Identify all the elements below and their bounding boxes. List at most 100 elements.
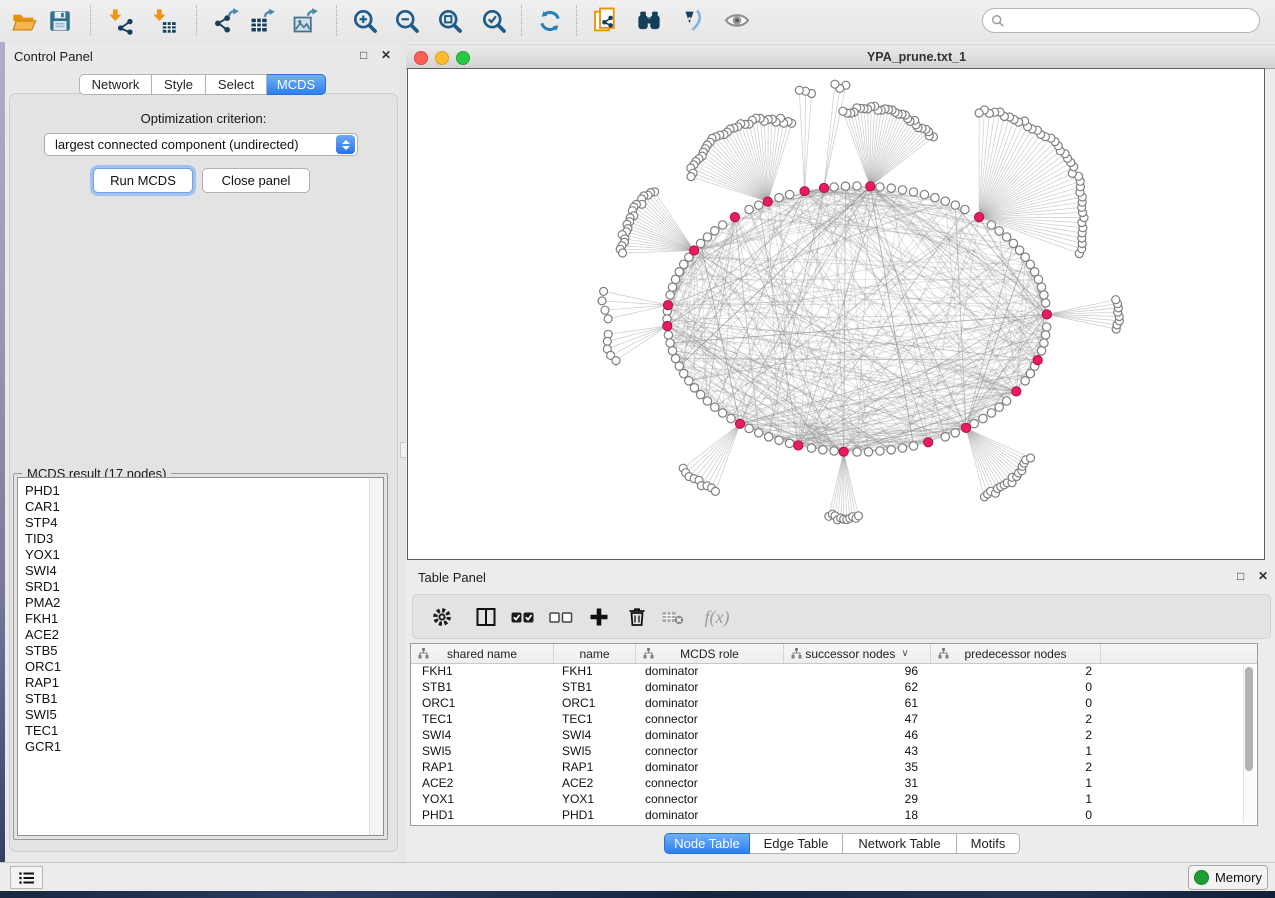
table-cell bbox=[1101, 664, 1257, 680]
table-cell: 18 bbox=[784, 808, 931, 824]
zoom-in-icon[interactable] bbox=[347, 3, 383, 39]
zoom-fit-icon[interactable] bbox=[432, 3, 468, 39]
unselect-all-icon[interactable] bbox=[546, 602, 576, 632]
show-columns-icon[interactable] bbox=[471, 602, 501, 632]
close-table-panel-icon[interactable]: ✕ bbox=[1258, 569, 1268, 583]
column-header-successor-nodes[interactable]: successor nodes ∨ bbox=[784, 644, 931, 663]
scrollbar-thumb[interactable] bbox=[1245, 667, 1253, 771]
mcds-result-item[interactable]: YOX1 bbox=[18, 547, 383, 563]
tab-edge-table[interactable]: Edge Table bbox=[750, 833, 843, 854]
mcds-result-item[interactable]: STP4 bbox=[18, 515, 383, 531]
table-cell: 43 bbox=[784, 744, 931, 760]
mcds-result-item[interactable]: SWI5 bbox=[18, 707, 383, 723]
table-options-gear-icon[interactable] bbox=[427, 602, 457, 632]
network-graph[interactable] bbox=[408, 69, 1262, 557]
export-network-icon[interactable] bbox=[208, 3, 244, 39]
result-scrollbar[interactable] bbox=[369, 478, 383, 835]
tab-network-table[interactable]: Network Table bbox=[843, 833, 957, 854]
delete-column-icon[interactable] bbox=[622, 602, 652, 632]
mcds-result-list[interactable]: PHD1CAR1STP4TID3YOX1SWI4SRD1PMA2FKH1ACE2… bbox=[17, 477, 384, 836]
network-canvas[interactable] bbox=[407, 68, 1265, 560]
save-icon[interactable] bbox=[42, 3, 78, 39]
minimize-window-icon[interactable] bbox=[435, 51, 449, 65]
zoom-selected-icon[interactable] bbox=[476, 3, 512, 39]
column-header-shared-name[interactable]: shared name bbox=[411, 644, 554, 663]
export-image-icon[interactable] bbox=[287, 3, 323, 39]
add-column-icon[interactable] bbox=[584, 602, 614, 632]
run-mcds-button[interactable]: Run MCDS bbox=[93, 168, 193, 193]
close-panel-button[interactable]: Close panel bbox=[202, 168, 310, 193]
tab-network[interactable]: Network bbox=[79, 74, 152, 95]
import-network-icon[interactable] bbox=[102, 3, 138, 39]
mcds-result-item[interactable]: RAP1 bbox=[18, 675, 383, 691]
tab-node-table[interactable]: Node Table bbox=[664, 833, 750, 854]
column-header-mcds-role[interactable]: MCDS role bbox=[636, 644, 784, 663]
toggle-annotations-icon[interactable] bbox=[675, 3, 711, 39]
column-type-icon bbox=[938, 648, 949, 662]
tab-select[interactable]: Select bbox=[206, 74, 267, 95]
criterion-select[interactable]: largest connected component (undirected) bbox=[44, 133, 358, 156]
table-cell: 2 bbox=[931, 760, 1101, 776]
mcds-result-item[interactable]: ORC1 bbox=[18, 659, 383, 675]
clone-network-icon[interactable] bbox=[587, 3, 623, 39]
memory-label: Memory bbox=[1215, 870, 1262, 885]
function-builder-icon[interactable]: f(x) bbox=[696, 602, 738, 632]
refresh-icon[interactable] bbox=[532, 3, 568, 39]
table-row[interactable]: STB1STB1dominator620 bbox=[411, 680, 1257, 696]
column-header-predecessor-nodes[interactable]: predecessor nodes bbox=[931, 644, 1101, 663]
export-table-icon[interactable] bbox=[244, 3, 280, 39]
table-cell: STB1 bbox=[411, 680, 554, 696]
table-row[interactable]: SWI5SWI5connector431 bbox=[411, 744, 1257, 760]
mcds-result-item[interactable]: PHD1 bbox=[18, 483, 383, 499]
close-window-icon[interactable] bbox=[414, 51, 428, 65]
find-binoculars-icon[interactable] bbox=[631, 3, 667, 39]
table-row[interactable]: TEC1TEC1connector472 bbox=[411, 712, 1257, 728]
table-row[interactable]: ORC1ORC1dominator610 bbox=[411, 696, 1257, 712]
mcds-result-item[interactable]: STB5 bbox=[18, 643, 383, 659]
open-icon[interactable] bbox=[6, 3, 42, 39]
close-panel-icon[interactable]: ✕ bbox=[381, 48, 391, 62]
table-row[interactable]: ACE2ACE2connector311 bbox=[411, 776, 1257, 792]
table-header-row: shared name name MCDS role successor nod… bbox=[411, 644, 1257, 664]
select-all-icon[interactable] bbox=[508, 602, 538, 632]
table-row[interactable]: FKH1FKH1dominator962 bbox=[411, 664, 1257, 680]
main-toolbar bbox=[0, 0, 1275, 43]
import-table-icon[interactable] bbox=[146, 3, 182, 39]
mcds-result-item[interactable]: STB1 bbox=[18, 691, 383, 707]
tab-style[interactable]: Style bbox=[152, 74, 206, 95]
float-panel-icon[interactable]: □ bbox=[360, 48, 367, 62]
table-cell bbox=[1101, 792, 1257, 808]
table-panel: Table Panel □ ✕ f(x) bbox=[406, 563, 1275, 862]
mcds-result-item[interactable]: SWI4 bbox=[18, 563, 383, 579]
delete-table-icon[interactable] bbox=[658, 602, 688, 632]
mcds-result-item[interactable]: SRD1 bbox=[18, 579, 383, 595]
column-header-name[interactable]: name bbox=[554, 644, 636, 663]
zoom-out-icon[interactable] bbox=[389, 3, 425, 39]
table-row[interactable]: SWI4SWI4dominator462 bbox=[411, 728, 1257, 744]
mcds-result-item[interactable]: TID3 bbox=[18, 531, 383, 547]
table-scrollbar[interactable] bbox=[1243, 665, 1255, 823]
mcds-result-item[interactable]: GCR1 bbox=[18, 739, 383, 755]
float-table-panel-icon[interactable]: □ bbox=[1237, 569, 1244, 583]
mcds-result-item[interactable]: CAR1 bbox=[18, 499, 383, 515]
sort-desc-icon[interactable]: ∨ bbox=[901, 648, 908, 659]
table-cell bbox=[1101, 808, 1257, 824]
mcds-result-item[interactable]: TEC1 bbox=[18, 723, 383, 739]
task-history-button[interactable] bbox=[10, 866, 43, 889]
tab-motifs[interactable]: Motifs bbox=[957, 833, 1020, 854]
memory-button[interactable]: Memory bbox=[1188, 865, 1268, 890]
tab-mcds[interactable]: MCDS bbox=[267, 74, 326, 95]
table-row[interactable]: PHD1PHD1dominator180 bbox=[411, 808, 1257, 824]
zoom-window-icon[interactable] bbox=[456, 51, 470, 65]
show-hide-icon[interactable] bbox=[719, 3, 755, 39]
mcds-result-item[interactable]: PMA2 bbox=[18, 595, 383, 611]
search-input[interactable] bbox=[1005, 13, 1259, 29]
column-type-icon bbox=[791, 648, 802, 662]
mcds-result-item[interactable]: ACE2 bbox=[18, 627, 383, 643]
table-row[interactable]: YOX1YOX1connector291 bbox=[411, 792, 1257, 808]
vertical-splitter[interactable] bbox=[399, 42, 406, 862]
table-cell: 0 bbox=[931, 680, 1101, 696]
mcds-result-item[interactable]: FKH1 bbox=[18, 611, 383, 627]
network-view-titlebar[interactable]: YPA_prune.txt_1 bbox=[406, 44, 1275, 69]
table-row[interactable]: RAP1RAP1dominator352 bbox=[411, 760, 1257, 776]
